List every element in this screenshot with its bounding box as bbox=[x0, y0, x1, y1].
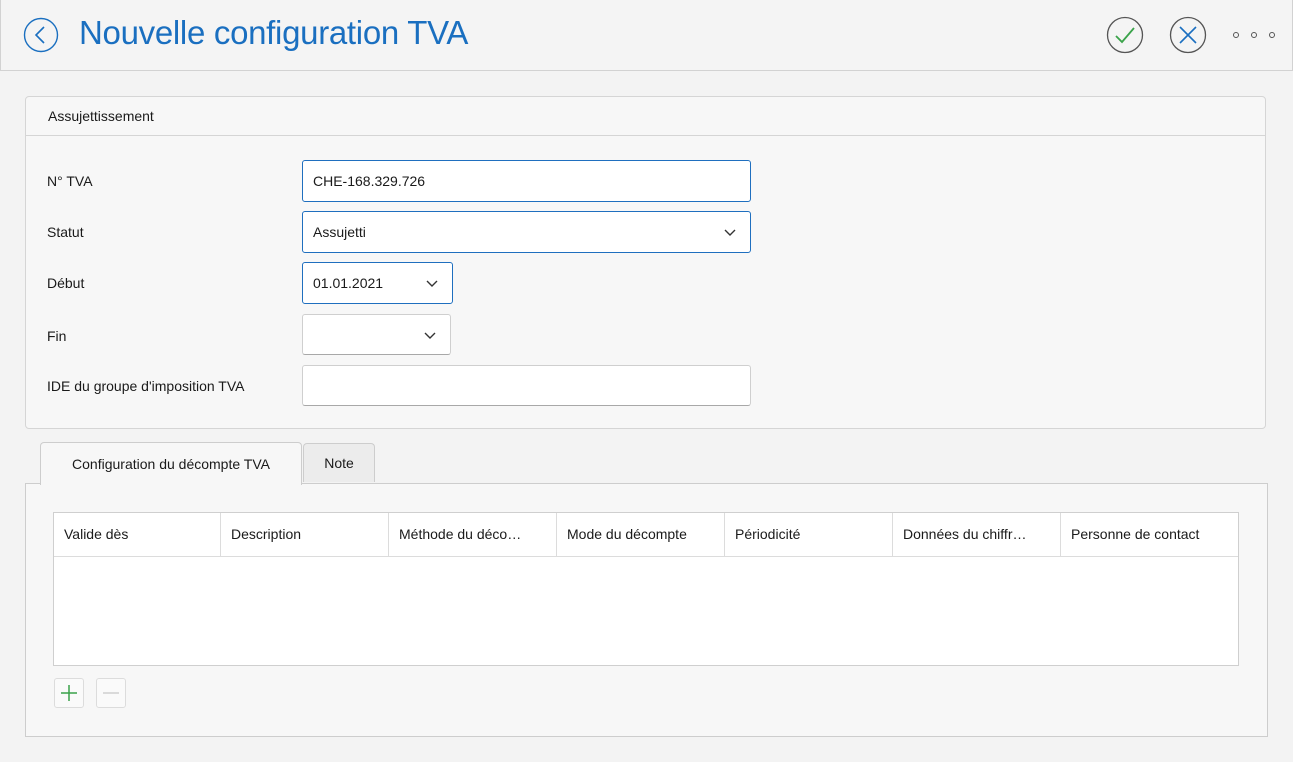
table-header: Valide dès Description Méthode du déco… … bbox=[54, 513, 1238, 557]
minus-icon bbox=[103, 692, 119, 694]
column-header-method[interactable]: Méthode du déco… bbox=[389, 513, 557, 556]
column-header-turnover-data[interactable]: Données du chiffr… bbox=[893, 513, 1061, 556]
vat-number-label: N° TVA bbox=[47, 173, 93, 189]
status-value: Assujetti bbox=[313, 224, 366, 240]
assujettissement-panel: Assujettissement N° TVA CHE-168.329.726 … bbox=[25, 96, 1266, 429]
start-date-value: 01.01.2021 bbox=[313, 275, 384, 291]
tab-content: Valide dès Description Méthode du déco… … bbox=[25, 483, 1268, 737]
end-date-label: Fin bbox=[47, 328, 67, 344]
status-select[interactable]: Assujetti bbox=[302, 211, 751, 253]
remove-row-button[interactable] bbox=[96, 678, 126, 708]
plus-icon bbox=[61, 685, 77, 701]
group-ide-label: IDE du groupe d'imposition TVA bbox=[47, 378, 245, 394]
add-row-button[interactable] bbox=[54, 678, 84, 708]
chevron-down-icon bbox=[724, 229, 736, 236]
start-date-picker[interactable]: 01.01.2021 bbox=[302, 262, 453, 304]
confirm-button[interactable] bbox=[1106, 16, 1144, 54]
cancel-button[interactable] bbox=[1169, 16, 1207, 54]
dot-icon bbox=[1269, 32, 1275, 38]
dot-icon bbox=[1233, 32, 1239, 38]
more-options-button[interactable] bbox=[1233, 28, 1275, 42]
page-title: Nouvelle configuration TVA bbox=[79, 14, 469, 51]
chevron-down-icon bbox=[424, 332, 436, 339]
end-date-picker[interactable] bbox=[302, 314, 451, 355]
group-ide-input[interactable] bbox=[302, 365, 751, 406]
column-header-valid-from[interactable]: Valide dès bbox=[54, 513, 221, 556]
column-header-mode[interactable]: Mode du décompte bbox=[557, 513, 725, 556]
back-button[interactable] bbox=[23, 17, 59, 53]
dot-icon bbox=[1251, 32, 1257, 38]
tab-note[interactable]: Note bbox=[303, 443, 375, 482]
column-header-periodicity[interactable]: Périodicité bbox=[725, 513, 893, 556]
vat-number-input[interactable]: CHE-168.329.726 bbox=[302, 160, 751, 202]
chevron-down-icon bbox=[426, 280, 438, 287]
settlement-table: Valide dès Description Méthode du déco… … bbox=[53, 512, 1239, 666]
header-bar: Nouvelle configuration TVA bbox=[0, 0, 1293, 71]
tab-vat-settlement-config[interactable]: Configuration du décompte TVA bbox=[40, 442, 302, 485]
column-header-description[interactable]: Description bbox=[221, 513, 389, 556]
section-title: Assujettissement bbox=[26, 97, 1265, 136]
status-label: Statut bbox=[47, 224, 84, 240]
column-header-contact-person[interactable]: Personne de contact bbox=[1061, 513, 1238, 556]
start-date-label: Début bbox=[47, 275, 85, 291]
vat-number-value: CHE-168.329.726 bbox=[313, 173, 426, 189]
